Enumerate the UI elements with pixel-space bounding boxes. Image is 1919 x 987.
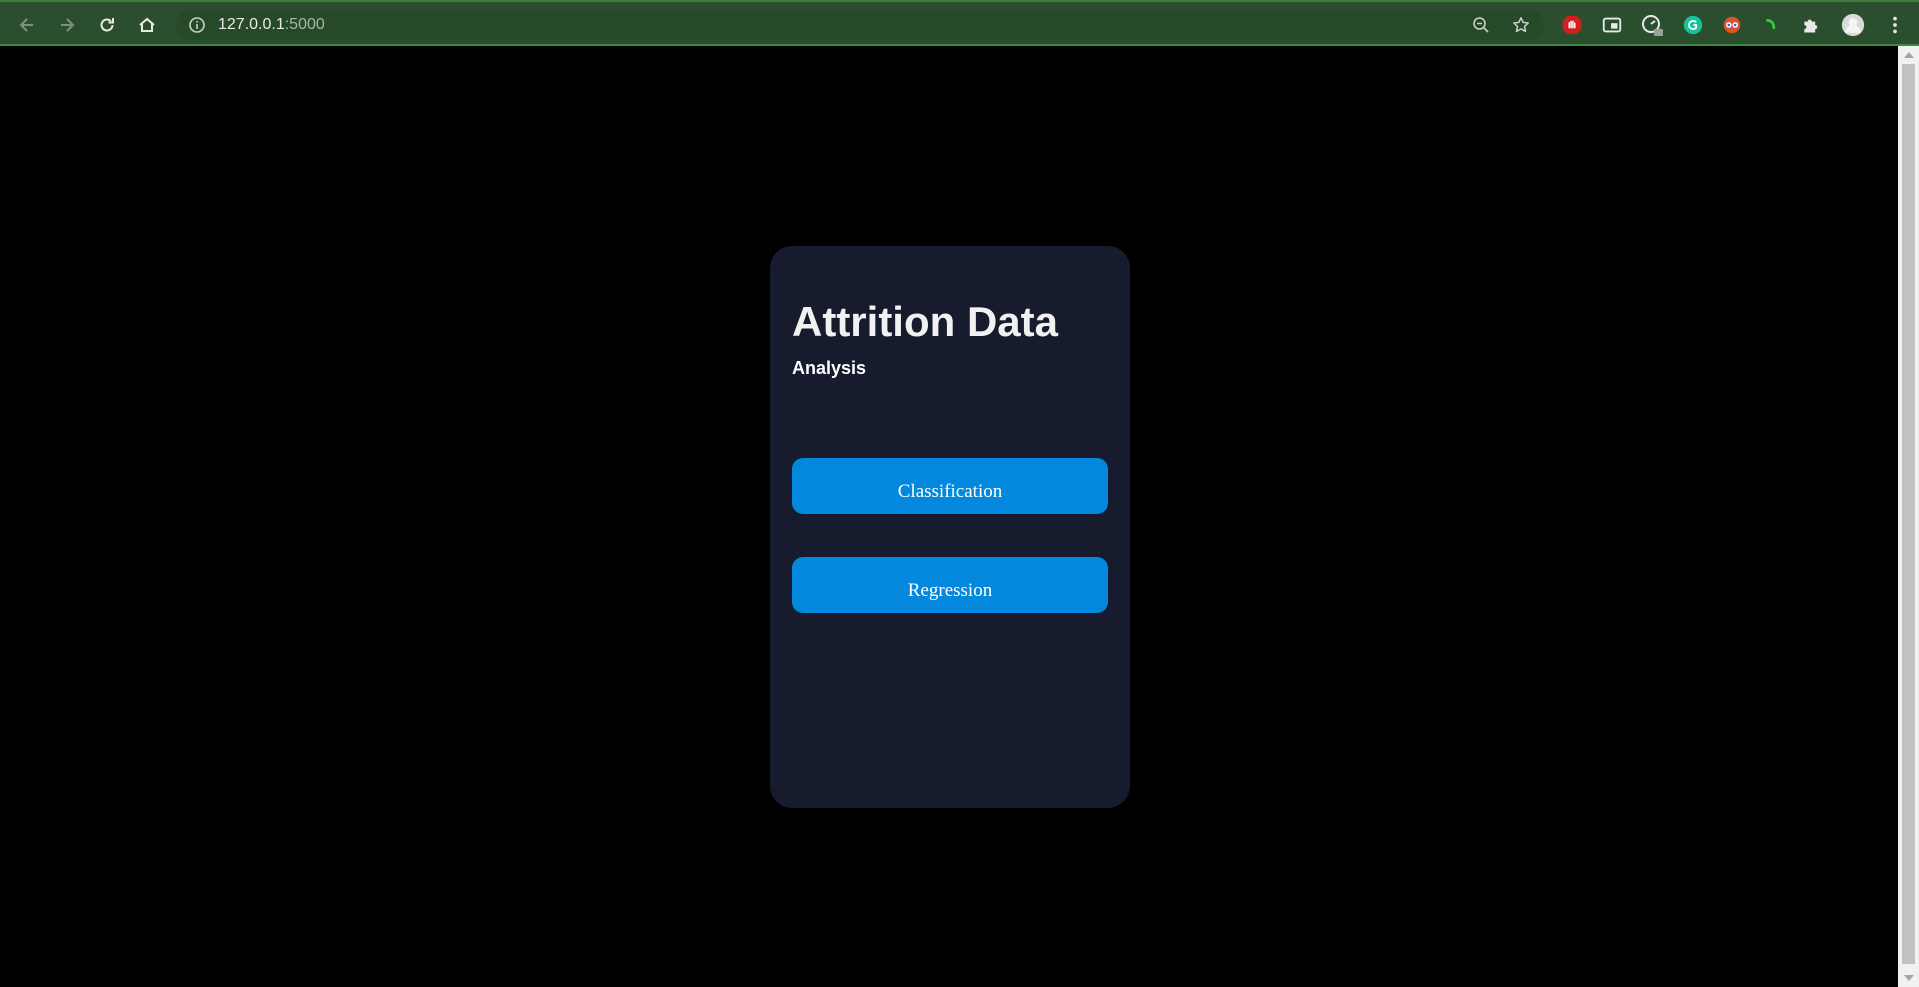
page-subtitle: Analysis [792,358,867,378]
reload-button[interactable] [93,11,121,39]
speedometer-extension-icon[interactable] [1640,13,1664,37]
home-button[interactable] [133,11,161,39]
grammarly-icon[interactable] [1681,13,1705,37]
adblock-extension-icon[interactable] [1560,13,1584,37]
star-icon[interactable] [1512,16,1530,34]
browser-toolbar: 127.0.0.1:5000 [0,0,1919,46]
arrow-left-icon [19,18,33,32]
page-scrollbar[interactable] [1898,46,1919,987]
url-text[interactable]: 127.0.0.1:5000 [218,16,325,34]
info-icon[interactable] [188,16,206,34]
scroll-down-arrow-icon[interactable] [1904,975,1914,981]
address-bar[interactable]: 127.0.0.1:5000 [176,9,1544,41]
back-button[interactable] [13,11,41,39]
zoom-out-icon[interactable] [1472,16,1490,34]
scroll-thumb[interactable] [1902,64,1915,964]
picture-in-picture-icon[interactable] [1600,13,1624,37]
main-card: Attrition Data Analysis Classification R… [770,246,1130,808]
home-icon [139,17,155,32]
scroll-up-arrow-icon[interactable] [1904,52,1914,58]
url-host: 127.0.0.1 [218,16,285,33]
puzzle-icon[interactable] [1799,13,1823,37]
extension-eyes-icon[interactable] [1720,13,1744,37]
kebab-menu-icon[interactable] [1883,13,1907,37]
url-port: :5000 [284,16,325,33]
page-title: Attrition Data [792,298,1058,345]
leaf-extension-icon[interactable] [1760,13,1784,37]
classification-button[interactable]: Classification [792,458,1108,514]
reload-icon [100,18,114,32]
forward-button[interactable] [53,11,81,39]
arrow-right-icon [61,18,75,32]
avatar[interactable] [1841,13,1865,37]
regression-button[interactable]: Regression [792,557,1108,613]
